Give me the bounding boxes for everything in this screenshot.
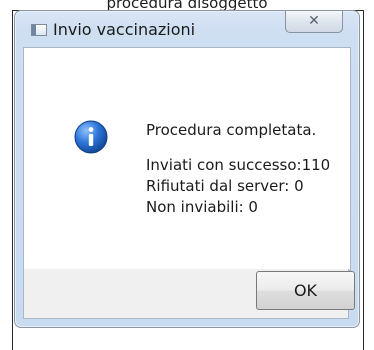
window-title: Invio vaccinazioni: [53, 20, 196, 39]
message-line-sent: Inviati con successo:110: [146, 156, 331, 174]
title-bar: Invio vaccinazioni ✕: [15, 11, 359, 45]
screenshot-canvas: procedura disoggetto Invio vaccinazioni …: [0, 0, 374, 350]
message-line-rejected: Rifiutati dal server: 0: [146, 177, 304, 195]
close-icon: ✕: [308, 13, 320, 29]
message-headline: Procedura completata.: [146, 121, 317, 139]
info-icon: [73, 119, 109, 155]
window-icon: [31, 24, 47, 36]
ok-button[interactable]: OK: [256, 271, 355, 310]
info-icon-graphic: [74, 120, 108, 154]
close-button[interactable]: ✕: [285, 11, 343, 33]
message-line-unsendable: Non inviabili: 0: [146, 198, 258, 216]
